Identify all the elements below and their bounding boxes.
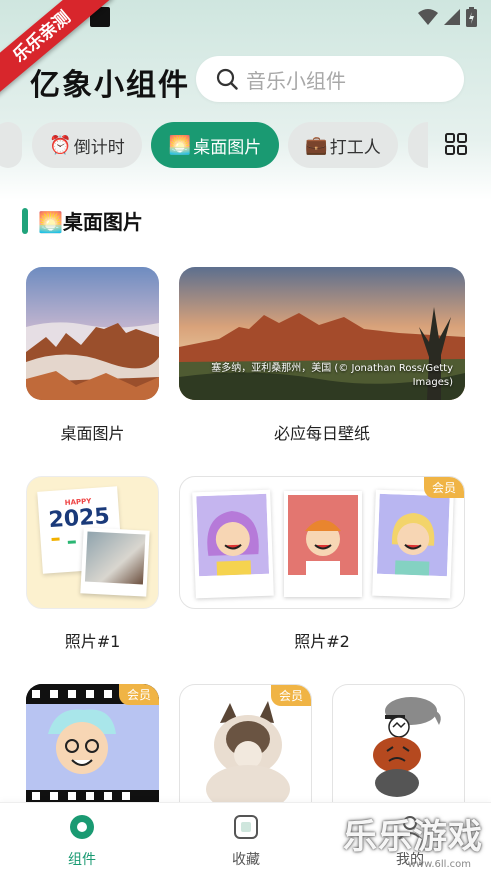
photo1-card[interactable]: HAPPY 2025 bbox=[26, 476, 159, 609]
nav-label: 组件 bbox=[68, 852, 96, 868]
signal-icon bbox=[444, 9, 460, 25]
widgets-icon bbox=[70, 815, 94, 839]
nav-favorites[interactable]: 收藏 bbox=[196, 813, 296, 869]
tab-countdown[interactable]: ⏰ 倒计时 bbox=[32, 122, 142, 168]
polaroid-cat bbox=[80, 527, 150, 597]
film-card[interactable]: 会员 bbox=[26, 684, 159, 802]
search-placeholder: 音乐小组件 bbox=[246, 68, 346, 93]
nav-label: 收藏 bbox=[232, 852, 260, 868]
grid-icon[interactable] bbox=[445, 133, 467, 155]
sunrise-icon: 🌅 bbox=[38, 210, 63, 234]
desktop-photo-card[interactable] bbox=[26, 267, 159, 400]
battery-icon bbox=[466, 7, 477, 27]
status-icons bbox=[418, 7, 477, 27]
sunrise-icon: 🌅 bbox=[168, 134, 192, 156]
tab-desktop-photo[interactable]: 🌅 桌面图片 bbox=[151, 122, 279, 168]
search-icon bbox=[216, 68, 238, 90]
card-label: 桌面图片 bbox=[60, 424, 125, 443]
tab-worker[interactable]: 💼 打工人 bbox=[288, 122, 398, 168]
polaroid-blonde bbox=[372, 489, 454, 599]
bing-wallpaper-card[interactable]: 塞多纳，亚利桑那州，美国 (© Jonathan Ross/Getty Imag… bbox=[179, 267, 465, 400]
cat-card[interactable]: 会员 bbox=[179, 684, 312, 802]
search-input[interactable]: 音乐小组件 bbox=[196, 56, 464, 102]
nav-widgets[interactable]: 组件 bbox=[32, 813, 132, 869]
tab-partial-left[interactable] bbox=[0, 122, 22, 168]
tab-partial-right[interactable] bbox=[408, 122, 428, 168]
image-caption: 塞多纳，亚利桑那州，美国 (© Jonathan Ross/Getty Imag… bbox=[211, 363, 453, 388]
bottom-nav: 组件 收藏 我的 乐乐游戏 www.6ll.com bbox=[0, 802, 491, 874]
tab-label: 打工人 bbox=[329, 137, 381, 158]
polaroid-boy bbox=[284, 491, 362, 597]
card-label: 必应每日壁纸 bbox=[273, 424, 370, 443]
vip-badge: 会员 bbox=[118, 684, 159, 705]
section-title: 🌅桌面图片 bbox=[38, 210, 143, 234]
tab-label: 桌面图片 bbox=[193, 137, 262, 158]
card-label: 照片#2 bbox=[294, 632, 350, 651]
watermark-logo: 乐乐游戏 bbox=[343, 817, 483, 857]
canyon-fog-image bbox=[26, 267, 159, 400]
polaroid-girl bbox=[192, 489, 274, 599]
pumpkin-ghost-image bbox=[373, 697, 441, 797]
watermark-url: www.6ll.com bbox=[407, 859, 471, 870]
briefcase-icon: 💼 bbox=[305, 134, 328, 156]
category-tabs: ⏰ 倒计时 🌅 桌面图片 💼 打工人 bbox=[0, 122, 491, 168]
wifi-icon bbox=[418, 9, 438, 25]
alarm-clock-icon: ⏰ bbox=[49, 134, 72, 156]
photo2-card[interactable]: 会员 bbox=[179, 476, 465, 609]
favorites-icon bbox=[234, 815, 258, 839]
tab-label: 倒计时 bbox=[73, 137, 125, 158]
app-title: 亿象小组件 bbox=[30, 68, 190, 103]
card-label: 照片#1 bbox=[64, 632, 121, 651]
vip-badge: 会员 bbox=[423, 477, 464, 498]
pumpkin-ghost-card[interactable] bbox=[332, 684, 465, 802]
vip-badge: 会员 bbox=[270, 685, 311, 706]
section-accent-bar bbox=[22, 208, 28, 234]
